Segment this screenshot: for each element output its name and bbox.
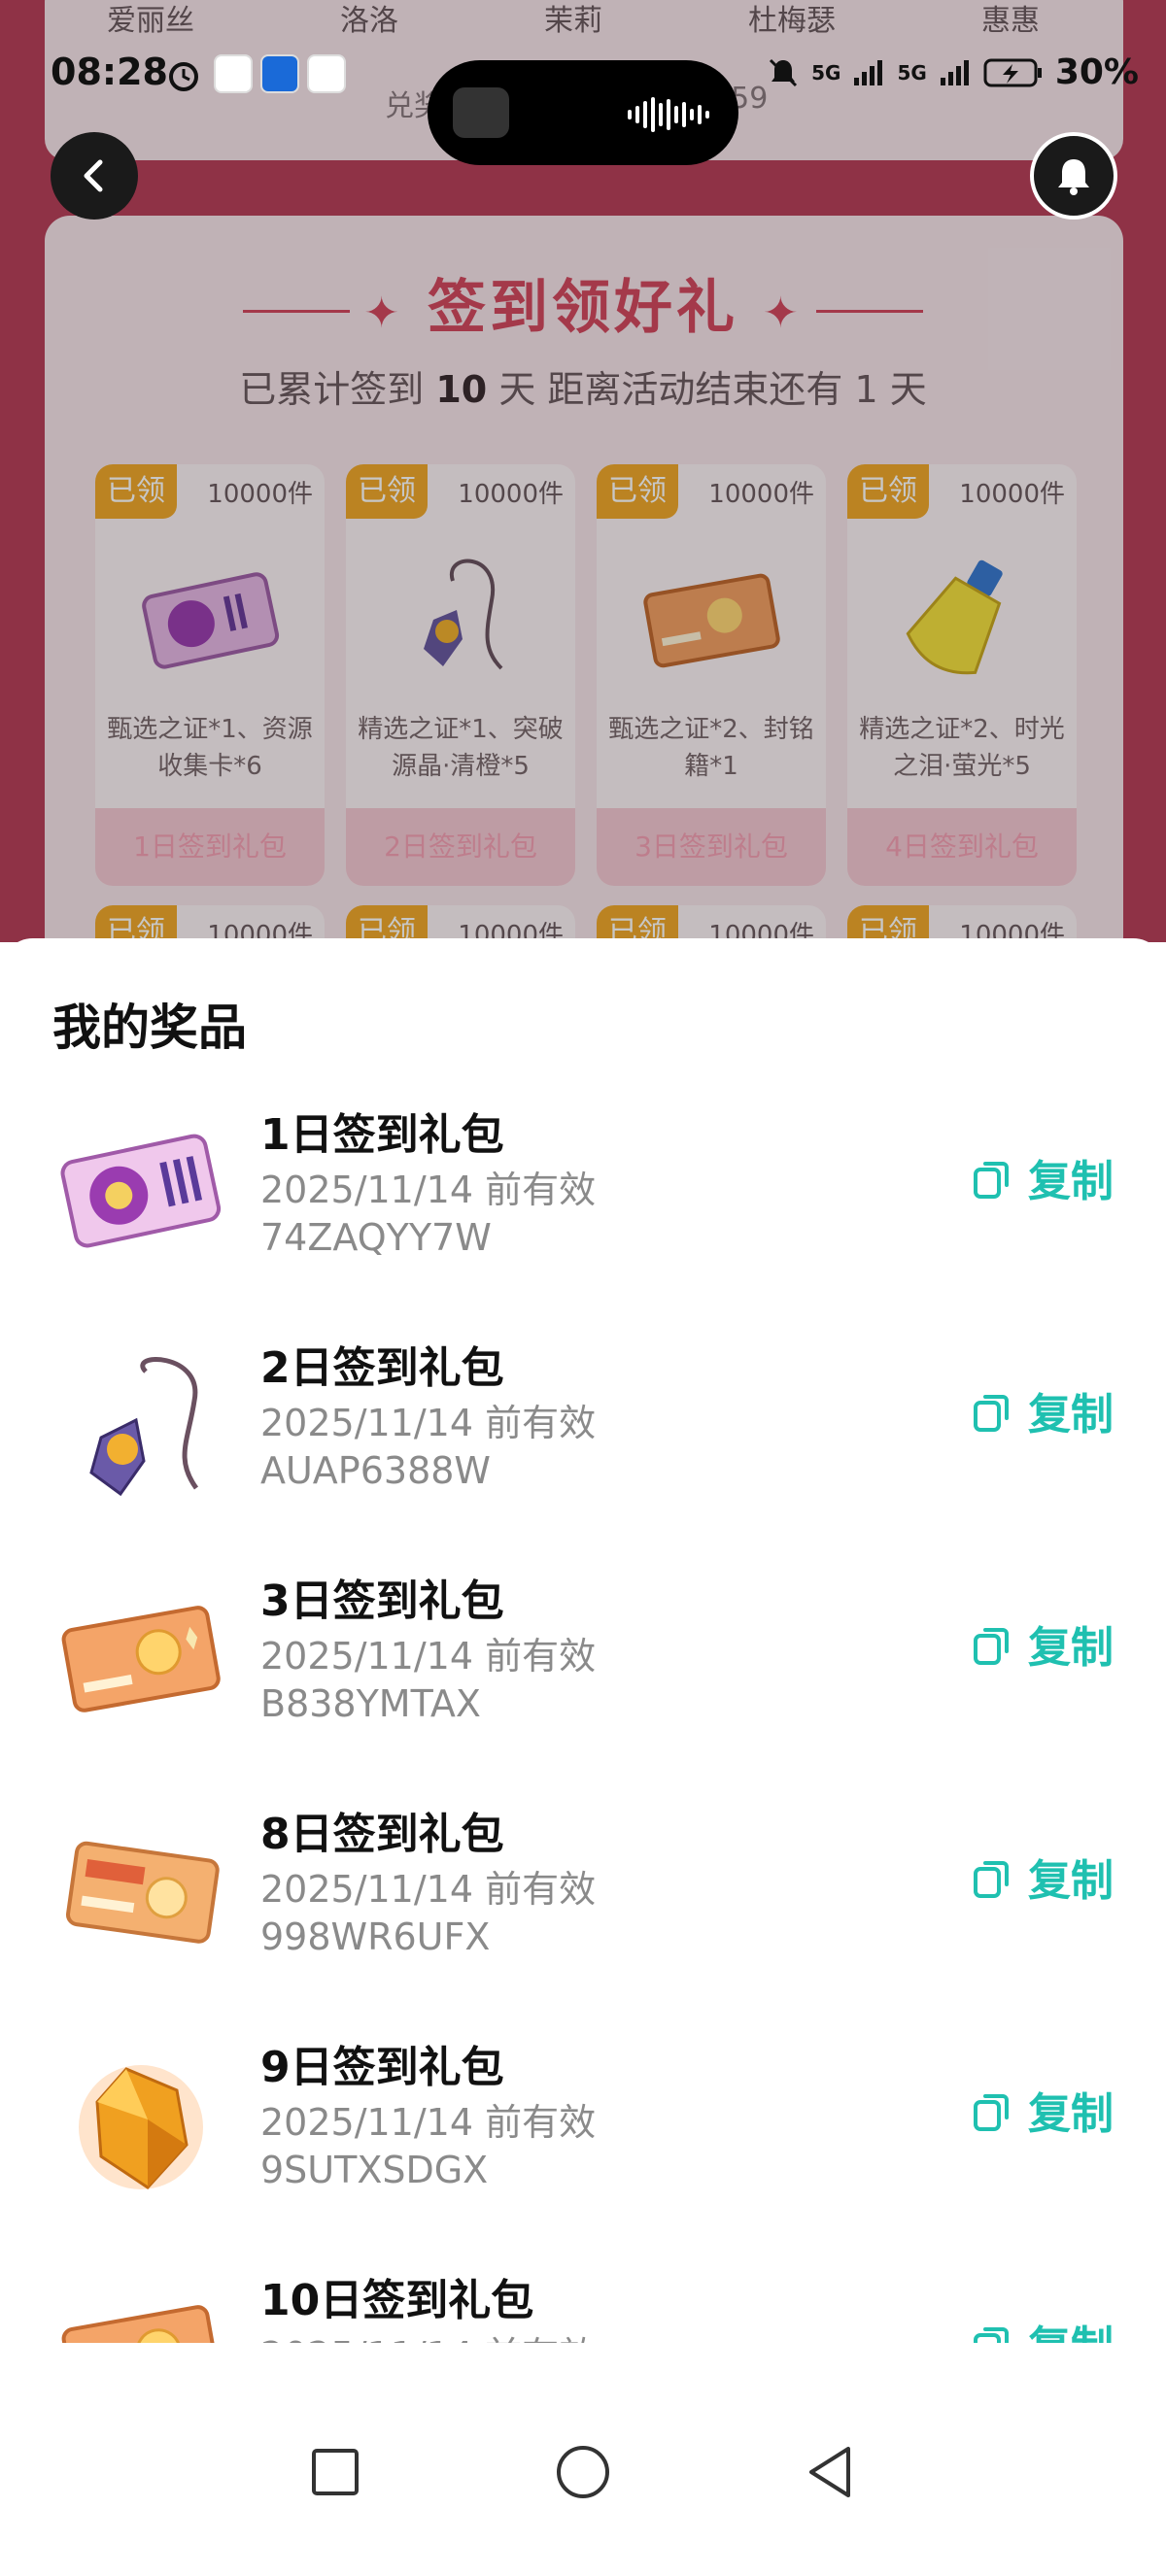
copy-button[interactable]: 复制: [968, 1146, 1114, 1208]
gold-ticket-icon: [61, 1606, 221, 1712]
copy-label: 复制: [1028, 1856, 1114, 1906]
copy-label: 复制: [1028, 1390, 1114, 1440]
sheet-title: 我的奖品: [52, 1000, 247, 1056]
prize-list[interactable]: 1日签到礼包 2025/11/14 前有效 74ZAQYY7W 复制 2日签到礼…: [0, 1100, 1166, 2343]
battery-level: 30%: [1054, 52, 1139, 92]
network-label: 5G: [897, 60, 927, 85]
amber-crystal-icon: [79, 2065, 203, 2189]
back-nav-button[interactable]: [797, 2438, 865, 2506]
triangle-back-icon: [809, 2447, 850, 2497]
network-label: 5G: [811, 60, 841, 85]
copy-button[interactable]: 复制: [968, 1379, 1114, 1441]
circle-icon: [557, 2446, 609, 2498]
prize-expiry: 2025/11/14 前有效: [260, 1402, 597, 1444]
prize-name: 3日签到礼包: [260, 1576, 504, 1626]
prize-expiry: 2025/11/14 前有效: [260, 2325, 596, 2343]
signal-icon: [854, 59, 883, 85]
prize-code: 998WR6UFX: [260, 1915, 491, 1958]
battery-icon: [983, 58, 1042, 86]
prize-code: B838YMTAX: [260, 1682, 481, 1725]
prize-name: 1日签到礼包: [260, 1110, 504, 1160]
copy-icon: [974, 2094, 1009, 2131]
copy-icon: [974, 2327, 1009, 2343]
status-bar: 08:28 5G 5G 30%: [0, 39, 1166, 165]
clock: 08:28: [51, 51, 168, 93]
bell-icon: [1058, 159, 1089, 195]
signal-icon: [940, 59, 969, 85]
copy-button[interactable]: 复制: [968, 2312, 1114, 2343]
gold-ticket-icon: [66, 1841, 220, 1944]
copy-label: 复制: [1028, 1157, 1114, 1206]
list-item: 3日签到礼包 2025/11/14 前有效 B838YMTAX 复制: [0, 1566, 1166, 1799]
prize-expiry: 2025/11/14 前有效: [260, 1169, 597, 1211]
gold-ticket-icon: [61, 2305, 221, 2343]
prizes-sheet: 我的奖品 1日签到礼包 2025/11/14 前有效 74ZAQYY7W 复制 …: [0, 938, 1166, 2395]
copy-icon: [974, 1162, 1009, 1199]
prize-code: AUAP6388W: [260, 1449, 491, 1492]
list-item: 10日签到礼包 2025/11/14 前有效 复制: [0, 2265, 1166, 2343]
copy-icon: [974, 1628, 1009, 1665]
copy-label: 复制: [1028, 2089, 1114, 2139]
recents-button[interactable]: [301, 2438, 369, 2506]
square-icon: [312, 2449, 359, 2495]
app-notification-icon: [307, 54, 346, 93]
prize-expiry: 2025/11/14 前有效: [260, 1868, 597, 1911]
copy-icon: [974, 1395, 1009, 1432]
list-item: 8日签到礼包 2025/11/14 前有效 998WR6UFX 复制: [0, 1799, 1166, 2032]
copy-label: 复制: [1028, 1623, 1114, 1673]
copy-icon: [974, 1861, 1009, 1898]
media-thumbnail: [453, 87, 509, 138]
app-notification-icon: [260, 54, 299, 93]
copy-button[interactable]: 复制: [968, 1846, 1114, 1908]
prize-name: 8日签到礼包: [260, 1810, 504, 1859]
notification-button[interactable]: [1030, 132, 1117, 220]
mute-icon: [770, 58, 798, 86]
prize-name: 9日签到礼包: [260, 2043, 504, 2092]
purple-ticket-icon: [60, 1134, 222, 1248]
prize-name: 10日签到礼包: [260, 2276, 534, 2325]
dynamic-island[interactable]: [428, 60, 738, 165]
system-nav-bar: [0, 2390, 1166, 2576]
copy-button[interactable]: 复制: [968, 2079, 1114, 2141]
prize-expiry: 2025/11/14 前有效: [260, 1635, 597, 1678]
prize-expiry: 2025/11/14 前有效: [260, 2101, 597, 2144]
prize-name: 2日签到礼包: [260, 1343, 504, 1393]
app-notification-icon: [214, 54, 253, 93]
list-item: 1日签到礼包 2025/11/14 前有效 74ZAQYY7W 复制: [0, 1100, 1166, 1333]
copy-button[interactable]: 复制: [968, 1612, 1114, 1675]
back-button[interactable]: [51, 132, 138, 220]
home-button[interactable]: [549, 2438, 617, 2506]
prize-code: 74ZAQYY7W: [260, 1216, 492, 1259]
list-item: 9日签到礼包 2025/11/14 前有效 9SUTXSDGX 复制: [0, 2032, 1166, 2265]
chevron-left-icon: [84, 159, 103, 192]
copy-label: 复制: [1028, 2312, 1114, 2343]
alarm-icon: [169, 62, 198, 91]
list-item: 2日签到礼包 2025/11/14 前有效 AUAP6388W 复制: [0, 1333, 1166, 1566]
pendant-icon: [89, 1357, 199, 1497]
prize-code: 9SUTXSDGX: [260, 2149, 489, 2191]
audio-wave-icon: [628, 95, 715, 134]
status-icons: 5G 5G 30%: [767, 52, 1139, 92]
